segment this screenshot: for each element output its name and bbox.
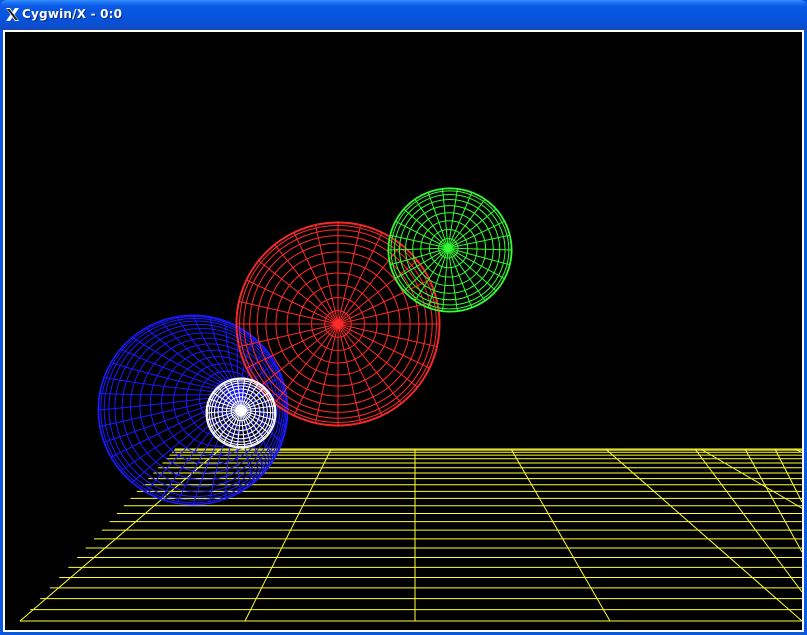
title-bar[interactable]: Cygwin/X - 0:0 (0, 0, 807, 30)
wireframe-scene (19, 187, 802, 622)
red-sphere (235, 221, 441, 427)
window-title: Cygwin/X - 0:0 (22, 7, 123, 21)
client-frame (3, 30, 804, 632)
green-sphere (387, 187, 513, 313)
render-viewport[interactable] (5, 32, 802, 630)
x-logo-icon (6, 8, 19, 21)
floor-grid (19, 448, 802, 622)
app-window: Cygwin/X - 0:0 (0, 0, 807, 635)
